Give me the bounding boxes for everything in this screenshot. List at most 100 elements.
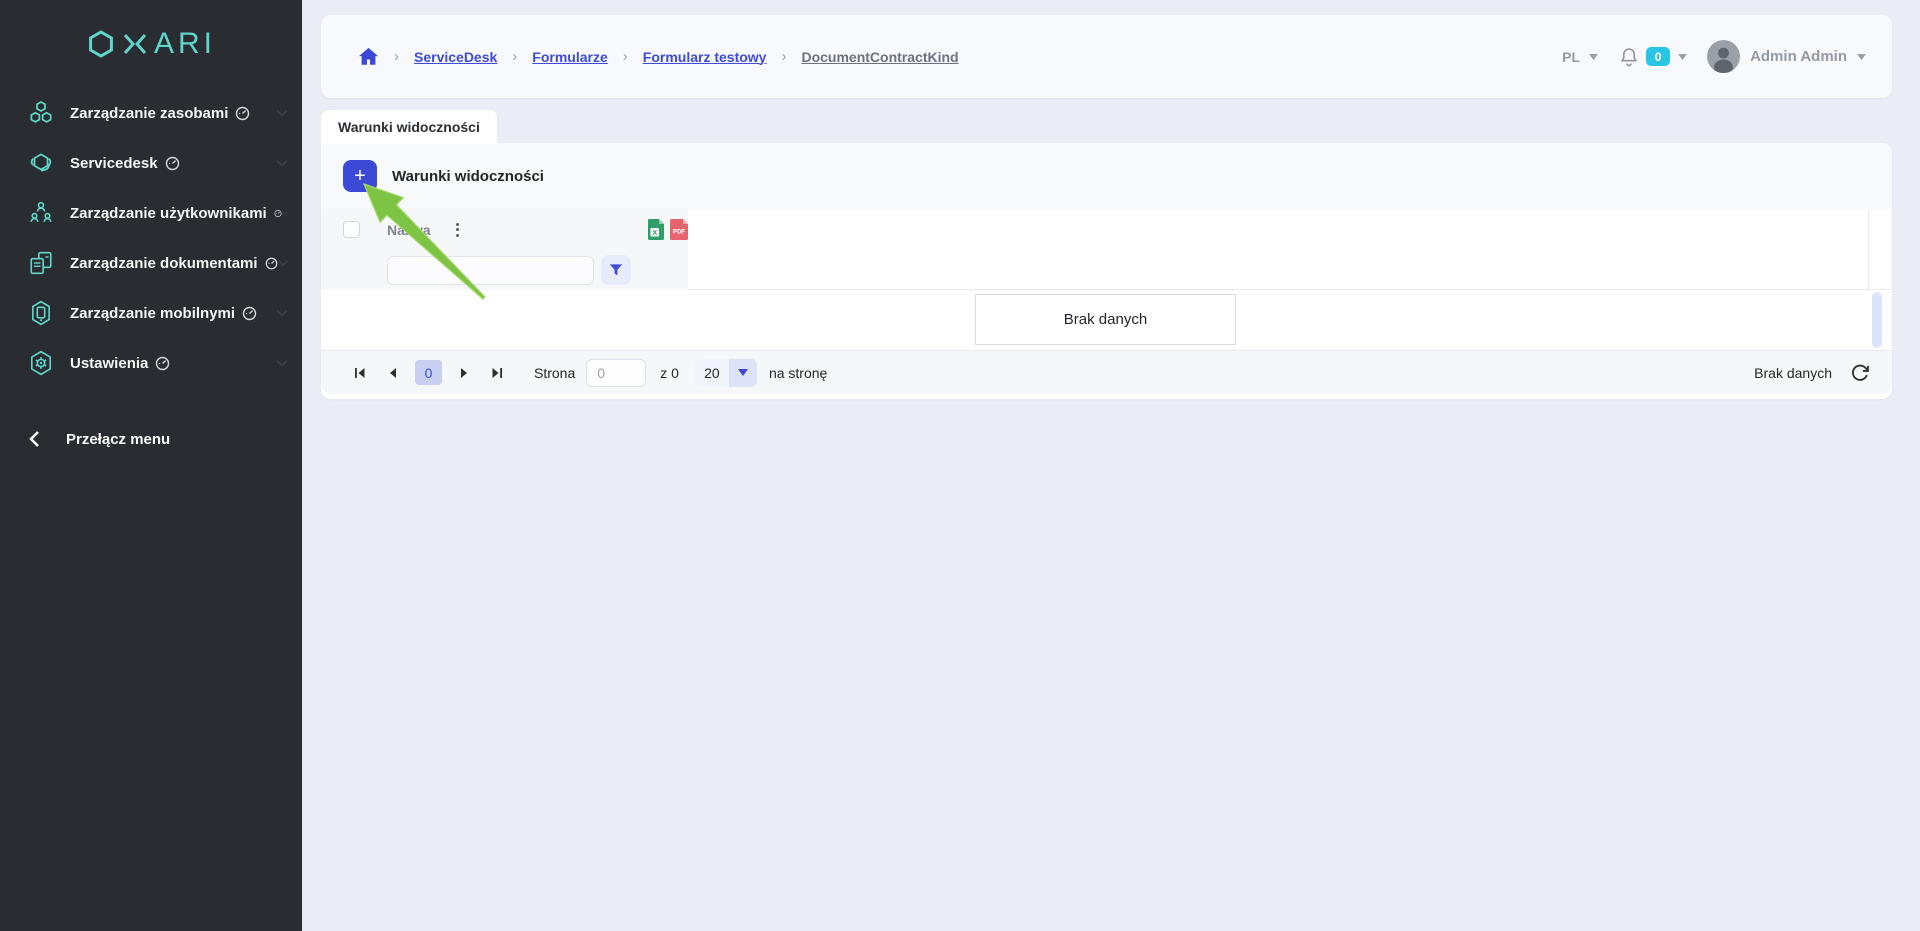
caret-down-icon [1589, 53, 1599, 60]
filter-button[interactable] [601, 255, 631, 285]
panel-toolbar: + Warunki widoczności [321, 143, 1892, 209]
breadcrumb-link-servicedesk[interactable]: ServiceDesk [414, 49, 497, 65]
pager: 0 Strona z 0 20 [321, 350, 1892, 394]
breadcrumb-separator: › [394, 48, 399, 65]
grid-filter-row [321, 250, 1892, 290]
bell-icon [1621, 47, 1637, 66]
chevron-down-icon [281, 211, 288, 215]
sidebar-nav: Zarządzanie zasobami Servicedesk Zarządz… [0, 88, 302, 388]
sidebar-item-ustawienia[interactable]: Ustawienia [0, 338, 302, 388]
panel-title: Warunki widoczności [392, 167, 544, 185]
chevron-down-icon [276, 159, 288, 167]
vertical-scrollbar[interactable] [1872, 292, 1882, 348]
sidebar-item-label: Zarządzanie dokumentami [70, 254, 258, 272]
chevron-down-icon [276, 309, 288, 317]
user-menu[interactable]: Admin Admin [1707, 40, 1866, 73]
oxari-logo[interactable]: ARI [0, 0, 302, 88]
first-page-button[interactable] [349, 363, 370, 383]
breadcrumb-current-documentcontractkind[interactable]: DocumentContractKind [801, 49, 958, 65]
previous-page-icon [390, 367, 396, 378]
visibility-conditions-panel: + Warunki widoczności Nazwa X PDF Brak d… [321, 143, 1892, 399]
empty-data-box: Brak danych [975, 294, 1236, 345]
select-all-checkbox[interactable] [343, 221, 360, 238]
add-button[interactable]: + [343, 160, 377, 192]
funnel-icon [609, 264, 623, 276]
refresh-icon [1852, 364, 1869, 381]
sidebar-item-label: Ustawienia [70, 354, 149, 372]
caret-down-icon [1678, 53, 1688, 60]
notifications-control[interactable]: 0 [1620, 47, 1688, 67]
refresh-button[interactable] [1850, 363, 1870, 383]
sidebar-item-zarzadzanie-uzytkownikami[interactable]: Zarządzanie użytkownikami [0, 188, 302, 238]
servicedesk-icon [30, 153, 52, 172]
next-page-icon [461, 367, 467, 378]
current-page-button[interactable]: 0 [415, 360, 442, 385]
topbar: › ServiceDesk › Formularze › Formularz t… [321, 15, 1892, 98]
topbar-controls: PL 0 Admin Admin [1562, 40, 1866, 73]
next-page-button[interactable] [456, 363, 473, 383]
assets-icon [30, 100, 52, 123]
grid-header-row: Nazwa [321, 209, 1892, 250]
application-window: ARI Zarządzanie zasobami Servicedesk Zar… [0, 0, 1920, 931]
sidebar-item-zarzadzanie-zasobami[interactable]: Zarządzanie zasobami [0, 88, 302, 138]
page-number-input[interactable] [586, 358, 647, 387]
sidebar-item-label: Zarządzanie użytkownikami [70, 204, 267, 222]
sidebar-item-zarzadzanie-dokumentami[interactable]: Zarządzanie dokumentami [0, 238, 302, 288]
sidebar-item-label: Zarządzanie mobilnymi [70, 304, 236, 322]
gauge-icon [165, 156, 179, 170]
last-page-icon [492, 367, 502, 378]
sidebar-item-zarzadzanie-mobilnymi[interactable]: Zarządzanie mobilnymi [0, 288, 302, 338]
chevron-down-icon [276, 109, 288, 117]
previous-page-button[interactable] [384, 363, 401, 383]
sidebar-item-servicedesk[interactable]: Servicedesk [0, 138, 302, 188]
sidebar-item-label: Zarządzanie zasobami [70, 104, 229, 122]
tab-label: Warunki widoczności [338, 119, 480, 135]
page-size-value: 20 [694, 358, 729, 387]
svg-text:X: X [652, 228, 657, 237]
page-size-select[interactable]: 20 [694, 358, 757, 387]
logo-hexagon-icon [89, 30, 113, 58]
column-menu-icon[interactable] [453, 220, 462, 240]
chevron-down-icon [277, 260, 288, 267]
home-icon[interactable] [358, 47, 379, 66]
chevron-left-icon [29, 431, 39, 447]
export-pdf-icon[interactable]: PDF [669, 218, 689, 241]
breadcrumb-link-formularz-testowy[interactable]: Formularz testowy [643, 49, 767, 65]
column-header-nazwa[interactable]: Nazwa [387, 222, 431, 238]
first-page-icon [355, 367, 365, 378]
breadcrumb-link-formularze[interactable]: Formularze [532, 49, 607, 65]
nazwa-filter-input[interactable] [387, 255, 594, 285]
language-label: PL [1562, 48, 1581, 65]
grid-body: Brak danych [321, 290, 1892, 350]
tab-warunki-widocznosci[interactable]: Warunki widoczności [321, 110, 497, 144]
avatar [1707, 40, 1741, 73]
sidebar-item-label: Servicedesk [70, 154, 158, 172]
pager-status: Brak danych [1754, 364, 1832, 381]
menu-toggle-button[interactable]: Przełącz menu [0, 416, 302, 462]
sidebar: ARI Zarządzanie zasobami Servicedesk Zar… [0, 0, 302, 931]
page-word-label: Strona [534, 364, 576, 381]
pager-status-area: Brak danych [1754, 363, 1870, 383]
export-excel-icon[interactable]: X [647, 218, 665, 241]
mobile-icon [32, 300, 50, 326]
gauge-icon [265, 257, 277, 269]
breadcrumb-separator: › [622, 48, 628, 65]
logo-x-icon [123, 34, 147, 54]
last-page-button[interactable] [487, 363, 508, 383]
page-count-label: z 0 [660, 364, 679, 381]
language-selector[interactable]: PL [1562, 48, 1599, 65]
grid-header: Nazwa X PDF [321, 209, 1892, 290]
menu-toggle-label: Przełącz menu [66, 430, 171, 448]
gauge-icon [242, 306, 257, 320]
gauge-icon [274, 209, 282, 217]
notification-count-badge: 0 [1646, 47, 1671, 66]
documents-icon [30, 251, 52, 275]
user-name: Admin Admin [1750, 48, 1847, 65]
caret-down-icon [737, 369, 748, 376]
logo-letters: ARI [153, 27, 216, 60]
breadcrumb: › ServiceDesk › Formularze › Formularz t… [358, 47, 959, 66]
svg-text:PDF: PDF [673, 229, 686, 236]
breadcrumb-separator: › [512, 48, 518, 65]
gauge-icon [236, 106, 250, 120]
users-icon [30, 201, 52, 222]
